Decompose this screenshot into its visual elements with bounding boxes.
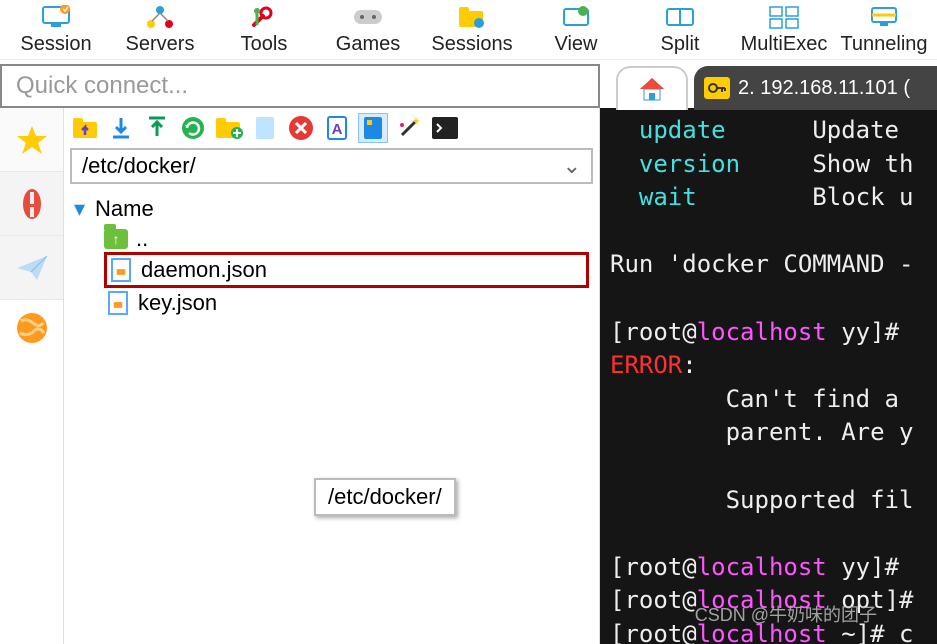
side-tab-tools[interactable] xyxy=(0,172,63,236)
toolbar-label: MultiExec xyxy=(741,33,828,56)
side-tab-strip xyxy=(0,108,64,644)
svg-text:A: A xyxy=(332,121,343,138)
monitor-icon xyxy=(40,3,72,31)
toolbar-label: Games xyxy=(336,33,400,56)
multiexec-icon xyxy=(768,3,800,31)
toolbar-servers[interactable]: Servers xyxy=(108,3,212,56)
home-icon xyxy=(637,75,667,103)
ft-up-button[interactable] xyxy=(70,113,100,143)
path-text: /etc/docker/ xyxy=(82,153,196,179)
toolbar-label: Servers xyxy=(126,33,195,56)
toolbar-sessions[interactable]: Sessions xyxy=(420,3,524,56)
toolbar-label: View xyxy=(555,33,598,56)
tab-session-active[interactable]: 2. 192.168.11.101 ( xyxy=(694,66,937,110)
toolbar-label: Tools xyxy=(241,33,288,56)
toolbar-label: Split xyxy=(661,33,700,56)
ft-properties-button[interactable] xyxy=(358,113,388,143)
ft-edit-button[interactable]: A xyxy=(322,113,352,143)
ft-upload-button[interactable] xyxy=(142,113,172,143)
ft-newfolder-button[interactable] xyxy=(214,113,244,143)
key-icon xyxy=(704,77,730,99)
path-tooltip: /etc/docker/ xyxy=(314,478,456,516)
tab-home[interactable] xyxy=(616,66,688,110)
toolbar-view[interactable]: View xyxy=(524,3,628,56)
toolbar-tunneling[interactable]: Tunneling xyxy=(836,3,932,56)
toolbar-multiexec[interactable]: MultiExec xyxy=(732,3,836,56)
file-edit-icon xyxy=(108,291,128,315)
triangle-down-icon: ▾ xyxy=(74,196,85,222)
folder-gear-icon xyxy=(456,3,488,31)
tab-label: 2. 192.168.11.101 ( xyxy=(738,77,910,100)
main-toolbar: Session Servers Tools Games Sessions Vie… xyxy=(0,0,937,60)
globe-icon xyxy=(15,311,49,345)
view-icon xyxy=(560,3,592,31)
column-label: Name xyxy=(95,196,154,222)
ft-download-button[interactable] xyxy=(106,113,136,143)
file-tree: ▾ Name ↑ .. daemon.json key.json xyxy=(64,184,599,326)
toolbar-label: Session xyxy=(20,33,91,56)
folder-up-icon: ↑ xyxy=(104,229,128,249)
file-name: key.json xyxy=(138,290,217,316)
star-icon xyxy=(15,123,49,157)
side-tab-globe[interactable] xyxy=(0,300,63,356)
knife-icon xyxy=(17,187,47,221)
toolbar-session[interactable]: Session xyxy=(4,3,108,56)
quick-connect-input[interactable]: Quick connect... xyxy=(0,64,600,108)
toolbar-games[interactable]: Games xyxy=(316,3,420,56)
path-bar[interactable]: /etc/docker/ ⌄ xyxy=(70,148,593,184)
toolbar-tools[interactable]: Tools xyxy=(212,3,316,56)
network-icon xyxy=(144,3,176,31)
file-toolbar: A xyxy=(64,108,599,148)
split-icon xyxy=(664,3,696,31)
column-header-name[interactable]: ▾ Name xyxy=(74,192,589,226)
toolbar-split[interactable]: Split xyxy=(628,3,732,56)
paper-plane-icon xyxy=(15,253,49,283)
ft-delete-button[interactable] xyxy=(286,113,316,143)
file-row[interactable]: daemon.json xyxy=(104,252,589,288)
file-name: daemon.json xyxy=(141,257,267,283)
file-browser: A /etc/docker/ ⌄ ▾ Name ↑ .. daemon.json xyxy=(64,108,600,644)
file-edit-icon xyxy=(111,258,131,282)
toolbar-label: Tunneling xyxy=(840,33,927,56)
ft-wand-button[interactable] xyxy=(394,113,424,143)
file-row[interactable]: key.json xyxy=(104,288,589,318)
tab-strip: Quick connect... 2. 192.168.11.101 ( xyxy=(0,64,937,108)
watermark: CSDN @牛奶味的团子 xyxy=(695,601,877,627)
tunneling-icon xyxy=(868,3,900,31)
gamepad-icon xyxy=(352,3,384,31)
terminal-output[interactable]: update Update version Show th wait Block… xyxy=(600,108,937,644)
parent-folder-row[interactable]: ↑ .. xyxy=(104,226,589,252)
ft-terminal-button[interactable] xyxy=(430,113,460,143)
chevron-down-icon: ⌄ xyxy=(563,153,581,179)
side-tab-favorites[interactable] xyxy=(0,108,63,172)
ft-newfile-button[interactable] xyxy=(250,113,280,143)
ft-refresh-button[interactable] xyxy=(178,113,208,143)
toolbar-label: Sessions xyxy=(431,33,512,56)
side-tab-send[interactable] xyxy=(0,236,63,300)
tools-icon xyxy=(248,3,280,31)
parent-label: .. xyxy=(136,226,148,252)
